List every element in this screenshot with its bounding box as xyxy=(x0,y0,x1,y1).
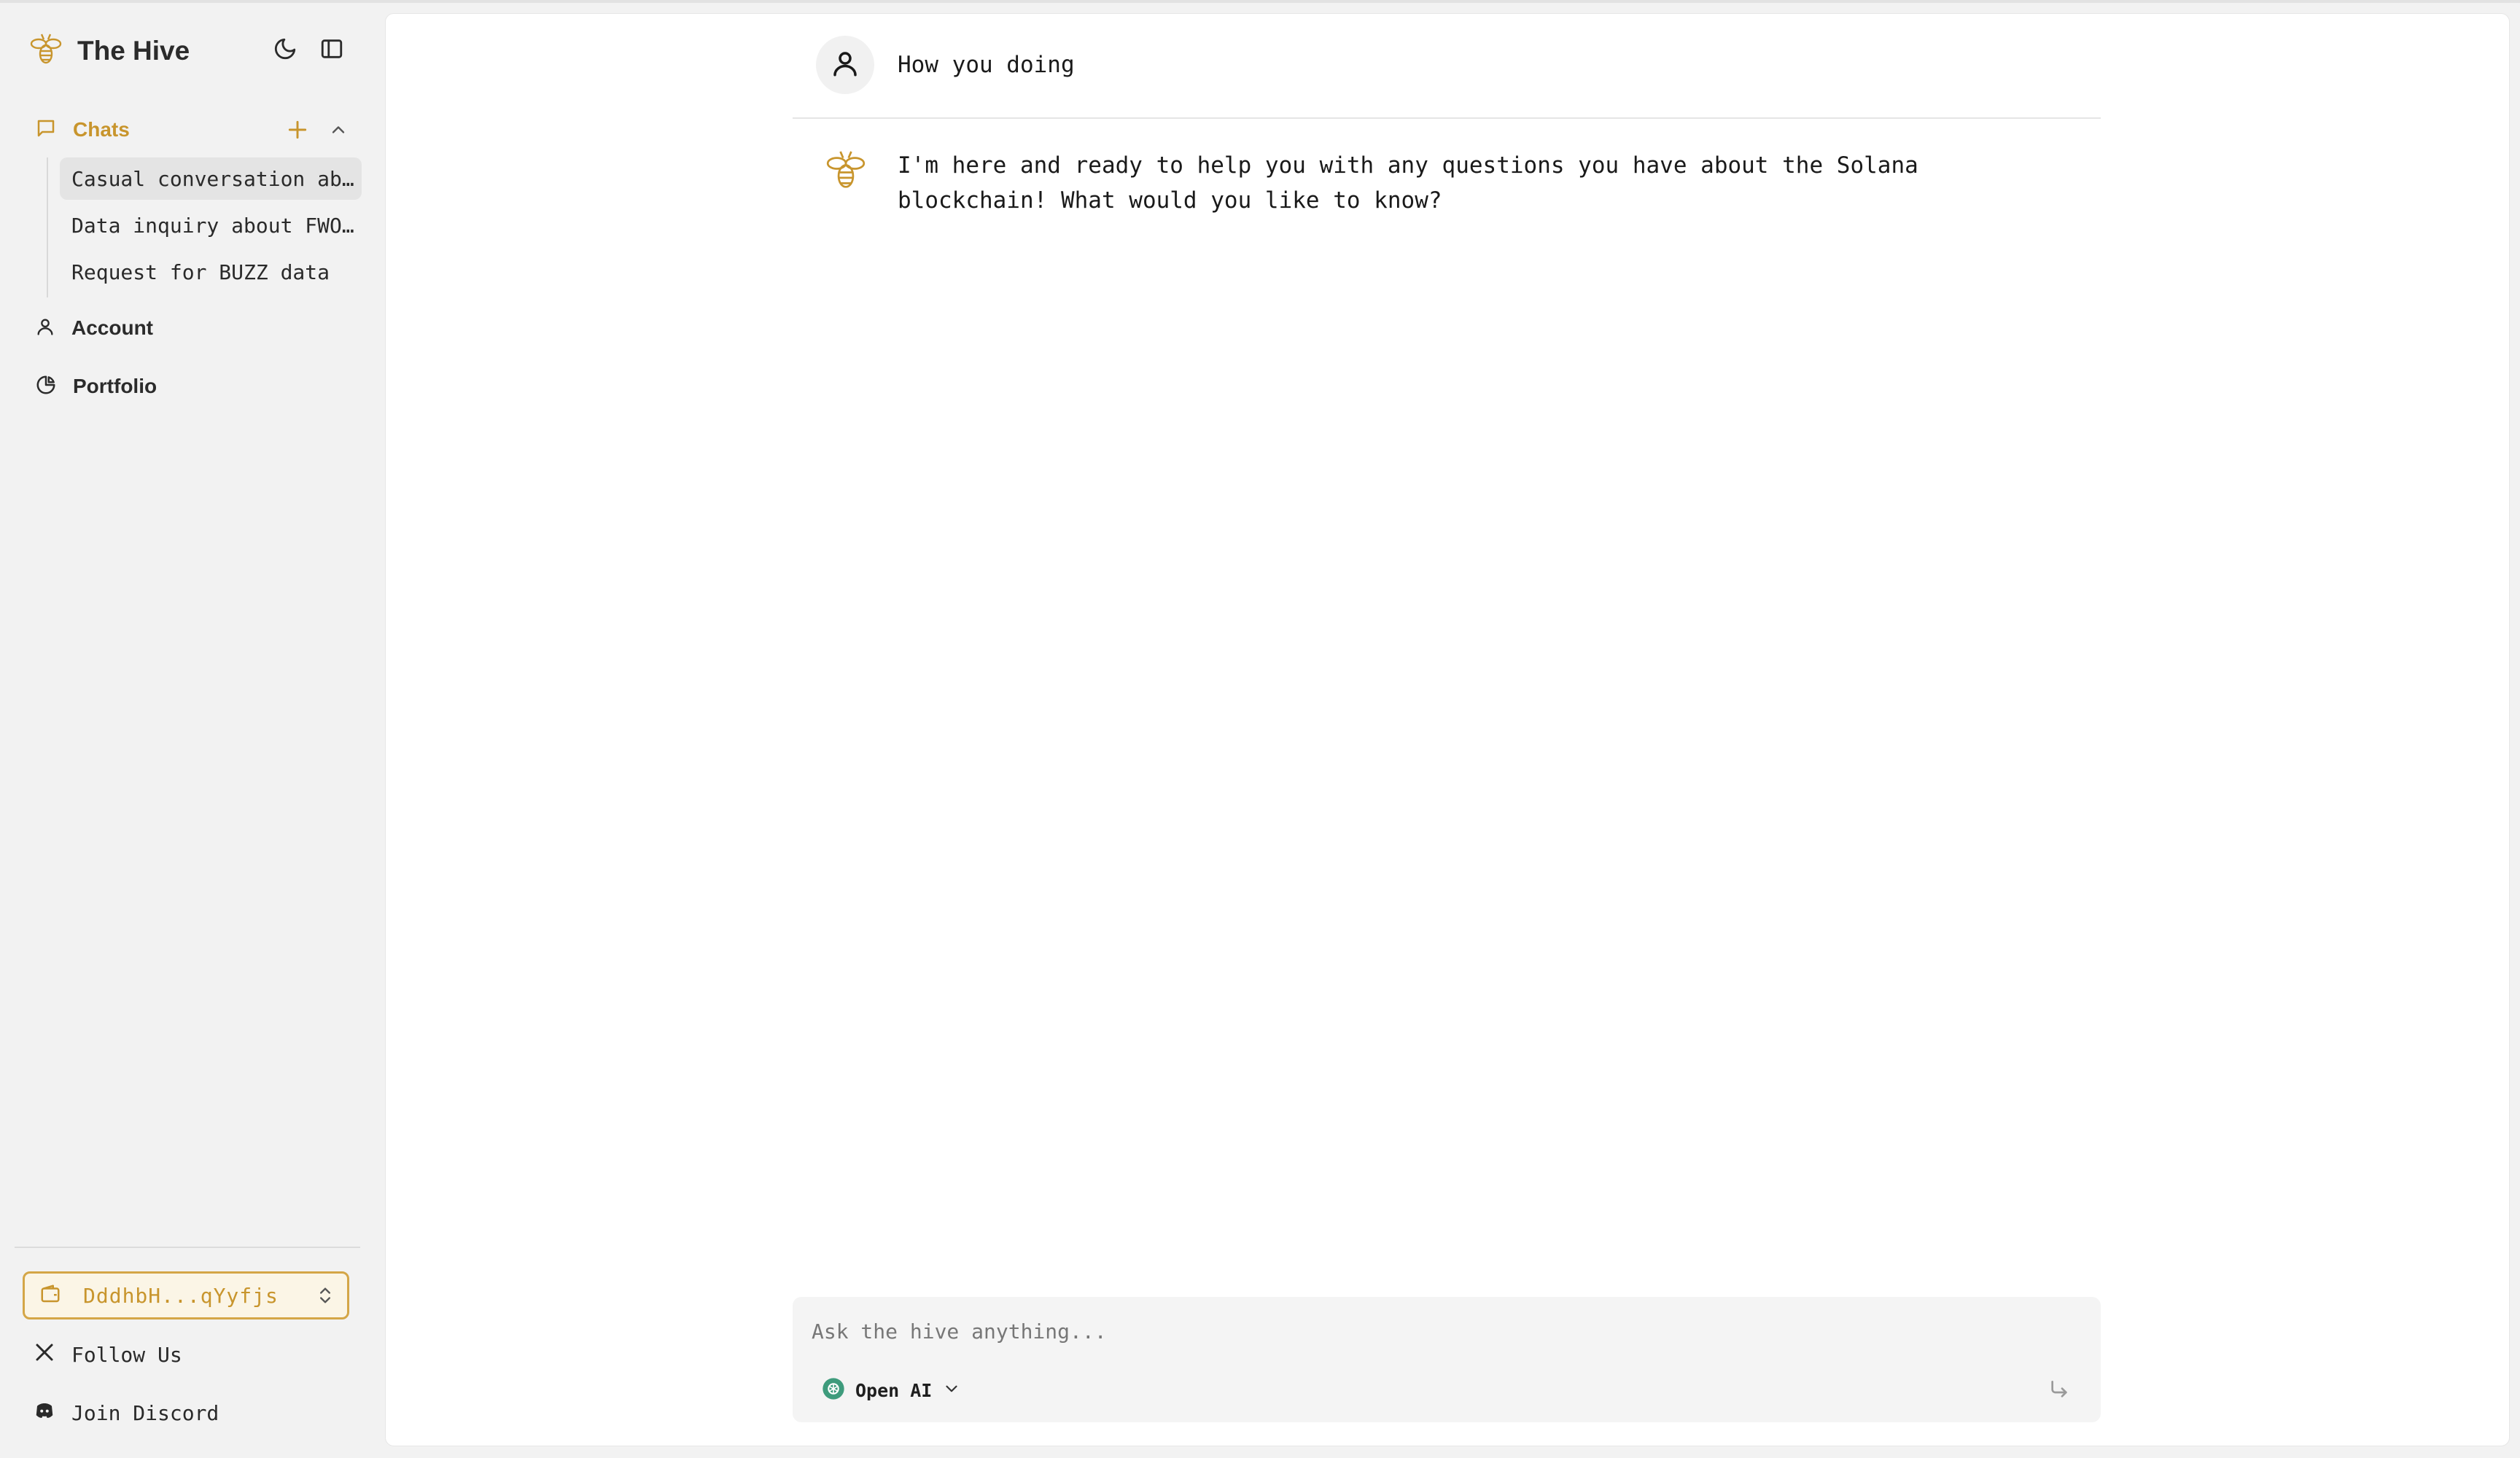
theme-toggle-button[interactable] xyxy=(267,32,303,69)
sidebar-item-portfolio[interactable]: Portfolio xyxy=(28,363,356,410)
corner-down-right-icon xyxy=(2048,1378,2071,1405)
chat-item[interactable]: Data inquiry about FWOG token xyxy=(60,204,362,246)
chat-item[interactable]: Request for BUZZ data xyxy=(60,251,362,293)
join-discord-label: Join Discord xyxy=(71,1400,219,1425)
wallet-address: DddhbH...qYyfjs xyxy=(83,1283,279,1308)
brand[interactable]: The Hive xyxy=(28,29,190,73)
message-divider xyxy=(793,117,2101,119)
assistant-message-text: I'm here and ready to help you with any … xyxy=(898,148,2064,218)
assistant-message-line: I'm here and ready to help you with any … xyxy=(898,152,1918,179)
join-discord-link[interactable]: Join Discord xyxy=(34,1392,219,1433)
discord-icon xyxy=(34,1400,55,1427)
assistant-message-line: blockchain! What would you like to know? xyxy=(898,187,1442,214)
chat-item-label: Casual conversation about Solana xyxy=(71,166,362,191)
chat-list: Casual conversation about Solana Data in… xyxy=(47,157,368,297)
collapse-sidebar-button[interactable] xyxy=(314,32,350,69)
chat-bubble-icon xyxy=(35,117,57,143)
user-message: How you doing xyxy=(816,36,1075,94)
moon-icon xyxy=(273,36,298,65)
follow-us-link[interactable]: Follow Us xyxy=(34,1334,182,1375)
user-icon xyxy=(830,48,860,82)
user-message-text: How you doing xyxy=(898,52,1075,78)
account-label: Account xyxy=(71,316,153,339)
chevron-up-icon[interactable] xyxy=(328,120,349,144)
assistant-message: I'm here and ready to help you with any … xyxy=(823,148,2064,218)
model-label: Open AI xyxy=(855,1379,933,1401)
sidebar-panel-icon xyxy=(319,36,344,65)
openai-logo-icon xyxy=(822,1377,845,1404)
chats-label: Chats xyxy=(73,118,130,141)
chat-item[interactable]: Casual conversation about Solana xyxy=(60,157,362,200)
chat-panel: How you doing I'm here and ready to help… xyxy=(385,13,2510,1446)
sidebar-divider xyxy=(15,1247,360,1248)
prompt-input[interactable] xyxy=(812,1313,2051,1349)
x-logo-icon xyxy=(34,1341,55,1368)
composer: Open AI xyxy=(793,1297,2101,1422)
chevrons-up-down-icon xyxy=(315,1285,335,1309)
chat-item-label: Data inquiry about FWOG token xyxy=(71,213,362,238)
chevron-down-icon xyxy=(942,1379,961,1402)
bee-logo-icon xyxy=(28,31,64,71)
pie-chart-icon xyxy=(35,374,57,399)
portfolio-label: Portfolio xyxy=(73,375,158,397)
wallet-icon xyxy=(39,1283,61,1309)
new-chat-plus-icon[interactable] xyxy=(286,118,309,145)
follow-us-label: Follow Us xyxy=(71,1342,182,1367)
chats-section-header[interactable]: Chats xyxy=(28,106,356,153)
sidebar: The Hive Chats Casual conversation abo D… xyxy=(0,3,379,1458)
chat-item-label: Request for BUZZ data xyxy=(71,260,330,284)
app-title: The Hive xyxy=(77,36,190,66)
sidebar-item-account[interactable]: Account xyxy=(28,305,356,351)
send-button[interactable] xyxy=(2041,1373,2077,1409)
model-selector[interactable]: Open AI xyxy=(822,1370,961,1411)
user-icon xyxy=(35,316,55,340)
bee-avatar-icon xyxy=(823,148,868,197)
wallet-selector[interactable]: DddhbH...qYyfjs xyxy=(23,1271,349,1319)
user-avatar xyxy=(816,36,874,94)
